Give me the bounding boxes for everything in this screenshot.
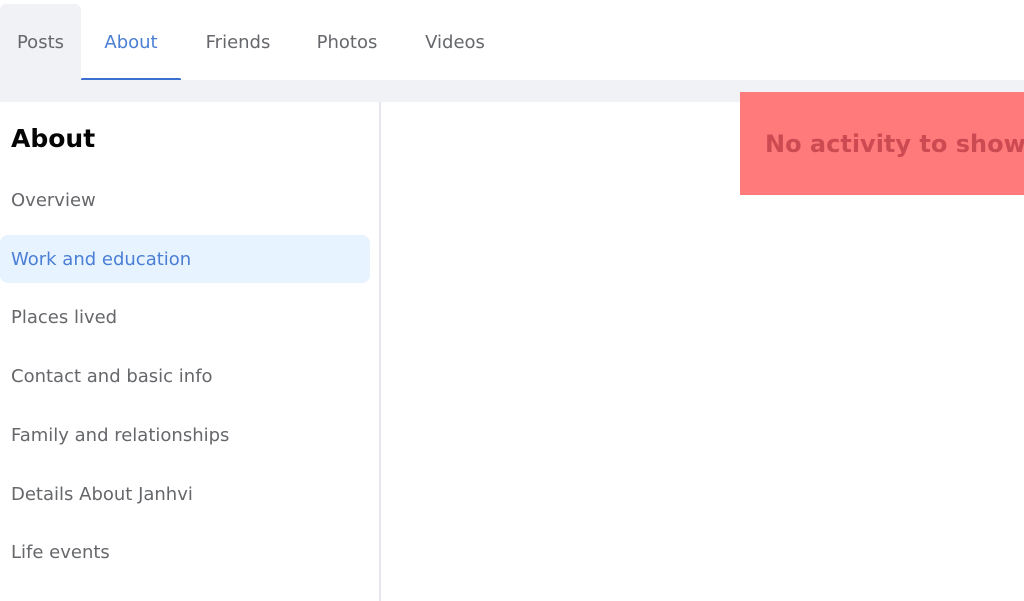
sidebar-item-contact-and-basic-info[interactable]: Contact and basic info (0, 352, 370, 400)
tab-photos[interactable]: Photos (298, 4, 396, 80)
sidebar-item-family-and-relationships[interactable]: Family and relationships (0, 411, 370, 459)
sidebar-item-label: Family and relationships (11, 424, 230, 446)
empty-state-text: No activity to show (765, 129, 1024, 158)
sidebar-item-overview[interactable]: Overview (0, 176, 370, 224)
sidebar-item-work-and-education[interactable]: Work and education (0, 235, 370, 283)
sidebar-item-details-about[interactable]: Details About Janhvi (0, 470, 370, 518)
sidebar-item-label: Overview (11, 189, 96, 211)
sidebar-title: About (11, 124, 96, 153)
tab-friends[interactable]: Friends (188, 4, 288, 80)
sidebar-item-label: Work and education (11, 248, 192, 270)
tab-about[interactable]: About (81, 4, 181, 81)
sidebar-item-life-events[interactable]: Life events (0, 528, 370, 576)
tab-videos-label: Videos (425, 31, 485, 53)
sidebar-item-label: Life events (11, 541, 110, 563)
profile-tabs: Posts About Friends Photos Videos (0, 0, 1024, 81)
tab-about-label: About (104, 31, 158, 53)
sidebar-item-label: Details About Janhvi (11, 483, 193, 505)
sidebar-item-label: Places lived (11, 306, 118, 328)
tab-photos-label: Photos (316, 31, 378, 53)
tab-posts[interactable]: Posts (0, 4, 81, 80)
sidebar-item-places-lived[interactable]: Places lived (0, 293, 370, 341)
tab-friends-label: Friends (205, 31, 271, 53)
tab-posts-label: Posts (16, 31, 65, 53)
about-sidebar: About Overview Work and education Places… (0, 102, 381, 601)
tab-videos[interactable]: Videos (406, 4, 504, 80)
sidebar-item-label: Contact and basic info (11, 365, 213, 387)
empty-state-message: No activity to show (740, 92, 1024, 195)
